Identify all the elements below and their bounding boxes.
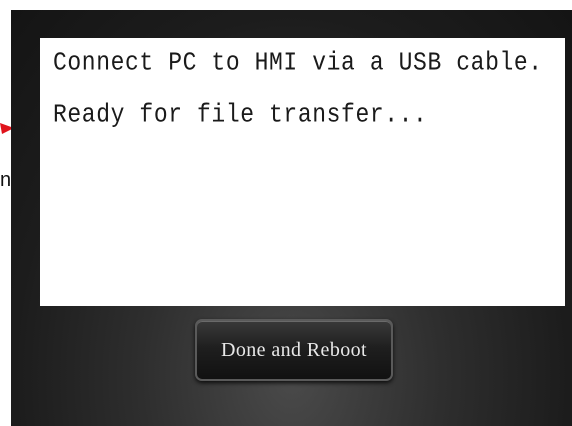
hmi-screen: Connect PC to HMI via a USB cable. Ready… [11,10,572,426]
message-line-ready: Ready for file transfer... [53,100,428,130]
message-line-connect: Connect PC to HMI via a USB cable. [53,48,543,78]
page: n. Connect PC to HMI via a USB cable. Re… [0,0,572,426]
message-panel: Connect PC to HMI via a USB cable. Ready… [40,38,565,306]
done-and-reboot-label: Done and Reboot [221,338,367,361]
done-and-reboot-button[interactable]: Done and Reboot [195,319,393,381]
